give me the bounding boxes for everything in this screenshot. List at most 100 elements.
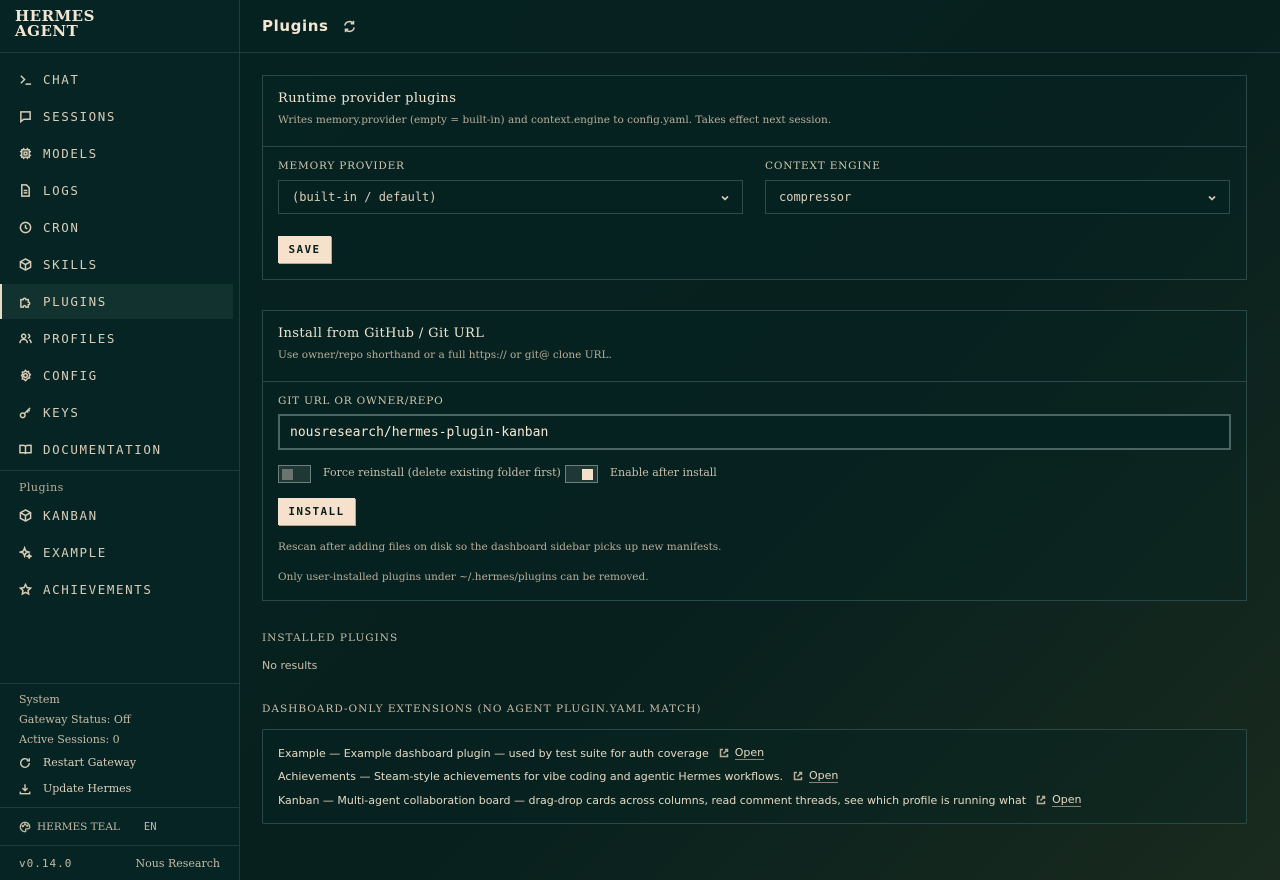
sidebar-item-label: DOCUMENTATION <box>43 442 162 457</box>
open-link-label: Open <box>809 769 839 783</box>
git-url-label: GIT URL OR OWNER/REPO <box>278 395 444 407</box>
sidebar-item-label: SESSIONS <box>43 109 117 124</box>
sidebar-item-label: ACHIEVEMENTS <box>43 582 153 597</box>
sidebar-item-label: PROFILES <box>43 331 117 346</box>
page-title: Plugins <box>262 17 329 35</box>
sidebar-footer: v0.14.0 Nous Research <box>0 845 239 880</box>
sidebar-item-cron[interactable]: CRON <box>0 210 233 245</box>
sidebar-item-config[interactable]: CONFIG <box>0 358 233 393</box>
sidebar-item-skills[interactable]: SKILLS <box>0 247 233 282</box>
context-engine-select[interactable]: compressor <box>765 180 1230 214</box>
vendor-label: Nous Research <box>135 856 220 870</box>
extension-description: Example — Example dashboard plugin — use… <box>278 746 709 760</box>
sidebar-item-profiles[interactable]: PROFILES <box>0 321 233 356</box>
refresh-icon <box>343 20 355 32</box>
git-url-input[interactable]: nousresearch/hermes-plugin-kanban <box>278 414 1231 450</box>
extension-description: Achievements — Steam-style achievements … <box>278 769 784 783</box>
page-header: Plugins <box>240 0 1280 53</box>
file-text-icon <box>19 184 32 197</box>
star-icon <box>19 583 32 596</box>
sidebar-item-models[interactable]: MODELS <box>0 136 233 171</box>
puzzle-icon <box>19 295 32 308</box>
sidebar-item-achievements[interactable]: ACHIEVEMENTS <box>0 572 233 607</box>
sidebar-item-label: MODELS <box>43 146 98 161</box>
settings-icon <box>19 369 32 382</box>
key-icon <box>19 406 32 419</box>
open-link[interactable]: Open <box>719 746 765 760</box>
open-link-label: Open <box>1052 793 1082 807</box>
restart-gateway-label: Restart Gateway <box>43 756 137 769</box>
book-open-icon <box>19 443 32 456</box>
sidebar-item-label: CRON <box>43 220 80 235</box>
refresh-button[interactable] <box>343 20 356 33</box>
sidebar-item-plugins[interactable]: PLUGINS <box>0 284 233 319</box>
users-icon <box>19 332 32 345</box>
package-icon <box>19 258 32 271</box>
installed-plugins-empty: No results <box>262 659 318 672</box>
sidebar-item-example[interactable]: EXAMPLE <box>0 535 233 570</box>
language-selector[interactable]: EN <box>144 821 157 833</box>
rescan-note: Rescan after adding files on disk so the… <box>278 541 722 553</box>
plugins-heading: Plugins <box>19 481 64 494</box>
sidebar-item-keys[interactable]: KEYS <box>0 395 233 430</box>
removal-note: Only user-installed plugins under ~/.her… <box>278 571 649 583</box>
message-square-icon <box>19 110 32 123</box>
sidebar: HERMES AGENT CHAT SESSIONS MODELS LOGS C… <box>0 0 240 880</box>
open-link[interactable]: Open <box>793 769 839 783</box>
enable-after-install-toggle[interactable] <box>565 465 598 483</box>
sidebar-item-label: CONFIG <box>43 368 98 383</box>
card-title: Runtime provider plugins <box>278 91 457 106</box>
memory-provider-select[interactable]: (built-in / default) <box>278 180 743 214</box>
card-subtitle: Use owner/repo shorthand or a full https… <box>278 349 612 361</box>
external-link-icon <box>719 748 728 758</box>
toggle-knob <box>582 469 593 480</box>
list-item: Example — Example dashboard plugin — use… <box>278 746 765 760</box>
context-engine-value: compressor <box>779 190 852 204</box>
external-link-icon <box>1036 795 1046 805</box>
card-header: Runtime provider plugins Writes memory.p… <box>263 76 1246 147</box>
memory-provider-label: MEMORY PROVIDER <box>278 160 405 172</box>
card-title: Install from GitHub / Git URL <box>278 326 485 341</box>
card-subtitle: Writes memory.provider (empty = built-in… <box>278 114 832 126</box>
external-link-icon <box>793 771 803 781</box>
runtime-provider-card: Runtime provider plugins Writes memory.p… <box>262 75 1247 280</box>
extensions-heading: DASHBOARD-ONLY EXTENSIONS (NO AGENT PLUG… <box>262 703 702 715</box>
active-sessions: Active Sessions: 0 <box>19 733 120 746</box>
list-item: Achievements — Steam-style achievements … <box>278 769 839 783</box>
sidebar-item-label: LOGS <box>43 183 80 198</box>
terminal-icon <box>19 73 32 86</box>
install-card: Install from GitHub / Git URL Use owner/… <box>262 310 1247 601</box>
restart-gateway-button[interactable]: Restart Gateway <box>19 750 239 776</box>
install-button[interactable]: INSTALL <box>278 498 355 525</box>
extensions-list: Example — Example dashboard plugin — use… <box>262 729 1247 824</box>
sparkles-icon <box>19 546 32 559</box>
version-label: v0.14.0 <box>19 856 73 870</box>
force-reinstall-label: Force reinstall (delete existing folder … <box>323 466 561 479</box>
sidebar-item-label: KANBAN <box>43 508 98 523</box>
clock-icon <box>19 221 32 234</box>
palette-icon <box>19 821 31 832</box>
app-logo[interactable]: HERMES AGENT <box>0 0 239 53</box>
sidebar-item-sessions[interactable]: SESSIONS <box>0 99 233 134</box>
update-hermes-label: Update Hermes <box>43 782 132 795</box>
sidebar-item-kanban[interactable]: KANBAN <box>0 498 233 533</box>
open-link-label: Open <box>734 746 765 760</box>
extension-description: Kanban — Multi-agent collaboration board… <box>278 793 1027 807</box>
context-engine-label: CONTEXT ENGINE <box>765 160 881 172</box>
sidebar-item-logs[interactable]: LOGS <box>0 173 233 208</box>
package-icon <box>19 509 32 522</box>
main-content: Plugins Runtime provider plugins Writes … <box>240 0 1280 880</box>
open-link[interactable]: Open <box>1036 793 1082 807</box>
system-panel: System Gateway Status: Off Active Sessio… <box>0 683 239 802</box>
refresh-icon <box>20 758 30 768</box>
sidebar-item-label: PLUGINS <box>43 294 107 309</box>
save-button[interactable]: SAVE <box>278 236 331 263</box>
theme-selector[interactable]: HERMES TEAL <box>37 821 120 833</box>
sidebar-item-documentation[interactable]: DOCUMENTATION <box>0 432 233 467</box>
chevron-down-icon <box>1207 192 1217 202</box>
git-url-value: nousresearch/hermes-plugin-kanban <box>290 424 549 440</box>
force-reinstall-toggle[interactable] <box>278 465 311 483</box>
update-hermes-button[interactable]: Update Hermes <box>19 776 239 802</box>
sidebar-item-chat[interactable]: CHAT <box>0 62 233 97</box>
enable-after-install-label: Enable after install <box>610 466 717 479</box>
